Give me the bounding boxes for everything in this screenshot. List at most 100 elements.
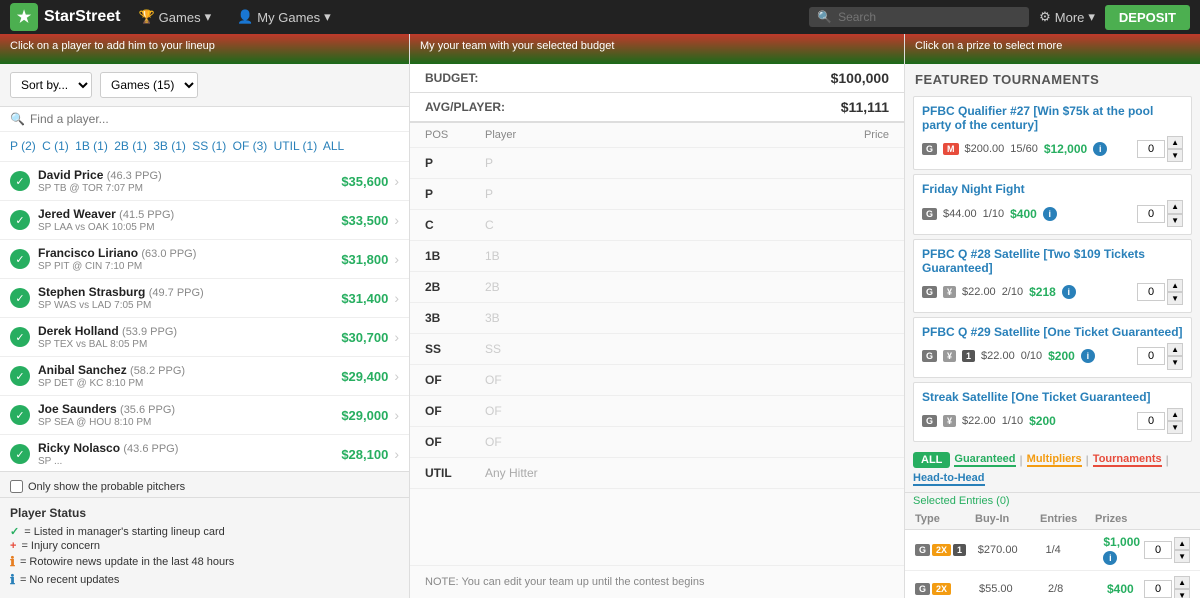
sort-select[interactable]: Sort by... [10,72,92,98]
tournament-name[interactable]: Friday Night Fight [922,182,1183,196]
pos-c[interactable]: C (1) [42,139,69,153]
search-input[interactable] [838,10,1021,24]
col-type: Type [915,513,975,525]
entry-count-input[interactable] [1137,283,1165,301]
lineup-player: 3B [470,303,731,334]
games-nav-button[interactable]: 🏆 Games ▾ [130,5,219,29]
player-price: $35,600 [341,174,388,189]
badge-g: G [915,583,930,595]
info-icon[interactable]: i [1103,551,1117,565]
player-game: SP TEX vs BAL 8:05 PM [38,339,341,350]
player-ppg: (58.2 PPG) [130,365,185,377]
entry-control: ▲ ▼ [1137,136,1183,162]
my-games-nav-button[interactable]: 👤 My Games ▾ [229,5,339,29]
info-icon[interactable]: i [1062,285,1076,299]
pos-all[interactable]: ALL [323,139,344,153]
entry-decrease-button[interactable]: ▼ [1174,550,1190,563]
player-ppg: (63.0 PPG) [141,248,196,260]
entry-increase-button[interactable]: ▲ [1174,576,1190,589]
entry-count-input[interactable] [1137,412,1165,430]
info-icon[interactable]: i [1093,142,1107,156]
player-check-icon: ✓ [10,249,30,269]
player-game: SP LAA vs OAK 10:05 PM [38,222,341,233]
player-item[interactable]: ✓ Derek Holland (53.9 PPG) SP TEX vs BAL… [0,318,409,357]
entry-count-input[interactable] [1137,140,1165,158]
search-icon: 🔍 [10,112,25,126]
player-item[interactable]: ✓ Joe Saunders (35.6 PPG) SP SEA @ HOU 8… [0,396,409,435]
entry-increase-button[interactable]: ▲ [1167,200,1183,213]
probable-pitchers-checkbox[interactable] [10,480,23,493]
right-banner: Click on a prize to select more [905,34,1200,64]
tournament-prize: $400 [1010,207,1037,221]
lineup-price [731,334,904,365]
pos-1b[interactable]: 1B (1) [75,139,108,153]
entry-decrease-button[interactable]: ▼ [1167,149,1183,162]
entry-decrease-button[interactable]: ▼ [1167,214,1183,227]
logo[interactable]: ★ StarStreet [10,3,120,31]
badge-1: 1 [953,544,966,556]
player-item[interactable]: ✓ Ricky Nolasco (43.6 PPG) SP ... $28,10… [0,435,409,471]
entry-count-input[interactable] [1144,580,1172,598]
entry-entries: 1/4 [1045,544,1099,556]
chevron-right-icon: › [394,446,399,462]
player-search-input[interactable] [30,112,399,126]
info-icon[interactable]: i [1043,207,1057,221]
tournament-name[interactable]: Streak Satellite [One Ticket Guaranteed] [922,390,1183,404]
person-icon: 👤 [237,9,253,25]
chevron-right-icon: › [394,251,399,267]
col-buyin: Buy-In [975,513,1040,525]
pos-of[interactable]: OF (3) [233,139,268,153]
entry-decrease-button[interactable]: ▼ [1167,292,1183,305]
badge-g: G [922,143,937,155]
entry-count-input[interactable] [1137,205,1165,223]
lineup-pos: P [410,148,470,179]
player-check-icon: ✓ [10,444,30,464]
info-icon[interactable]: i [1081,349,1095,363]
tournament-name[interactable]: PFBC Q #28 Satellite [Two $109 Tickets G… [922,247,1183,275]
lineup-price [731,458,904,489]
badge-y: ¥ [943,415,956,427]
more-button[interactable]: ⚙ More ▾ [1039,9,1095,25]
pos-ss[interactable]: SS (1) [192,139,226,153]
player-item[interactable]: ✓ Anibal Sanchez (58.2 PPG) SP DET @ KC … [0,357,409,396]
entry-increase-button[interactable]: ▲ [1174,537,1190,550]
entry-decrease-button[interactable]: ▼ [1167,421,1183,434]
entries-header: Type Buy-In Entries Prizes [905,509,1200,530]
player-name: Derek Holland (53.9 PPG) [38,324,341,338]
tab-head-to-head[interactable]: Head-to-Head [913,472,985,486]
pos-2b[interactable]: 2B (1) [114,139,147,153]
entry-decrease-button[interactable]: ▼ [1174,589,1190,598]
entry-decrease-button[interactable]: ▼ [1167,356,1183,369]
chevron-down-icon: ▾ [1088,9,1095,25]
entry-increase-button[interactable]: ▲ [1167,408,1183,421]
player-item[interactable]: ✓ David Price (46.3 PPG) SP TB @ TOR 7:0… [0,162,409,201]
entry-increase-button[interactable]: ▲ [1167,136,1183,149]
pos-util[interactable]: UTIL (1) [274,139,318,153]
games-select[interactable]: Games (15) [100,72,198,98]
tab-tournaments[interactable]: Tournaments [1093,453,1162,467]
chevron-right-icon: › [394,290,399,306]
player-info: Anibal Sanchez (58.2 PPG) SP DET @ KC 8:… [38,363,341,389]
tab-guaranteed[interactable]: Guaranteed [954,453,1015,467]
player-item[interactable]: ✓ Francisco Liriano (63.0 PPG) SP PIT @ … [0,240,409,279]
entry-increase-button[interactable]: ▲ [1167,343,1183,356]
tournament-name[interactable]: PFBC Q #29 Satellite [One Ticket Guarant… [922,325,1183,339]
entry-count-input[interactable] [1137,347,1165,365]
deposit-button[interactable]: DEPOSIT [1105,5,1190,30]
pos-p[interactable]: P (2) [10,139,36,153]
tab-multipliers[interactable]: Multipliers [1027,453,1082,467]
featured-title: FEATURED TOURNAMENTS [905,64,1200,92]
col-pos: POS [410,123,470,148]
player-item[interactable]: ✓ Stephen Strasburg (49.7 PPG) SP WAS vs… [0,279,409,318]
lineup-pos: 2B [410,272,470,303]
entry-increase-button[interactable]: ▲ [1167,279,1183,292]
status-info-orange: ℹ = Rotowire news update in the last 48 … [10,554,399,570]
entries-list: G2X1 $270.00 1/4 $1,000i ▲ ▼ G2X $55.00 … [905,530,1200,598]
player-status-box: Player Status ✓ = Listed in manager's st… [0,497,409,598]
pos-3b[interactable]: 3B (1) [153,139,186,153]
entry-count-input[interactable] [1144,541,1172,559]
tab-all[interactable]: ALL [913,452,950,468]
tournament-name[interactable]: PFBC Qualifier #27 [Win $75k at the pool… [922,104,1183,132]
badge-y: ¥ [943,286,956,298]
player-item[interactable]: ✓ Jered Weaver (41.5 PPG) SP LAA vs OAK … [0,201,409,240]
